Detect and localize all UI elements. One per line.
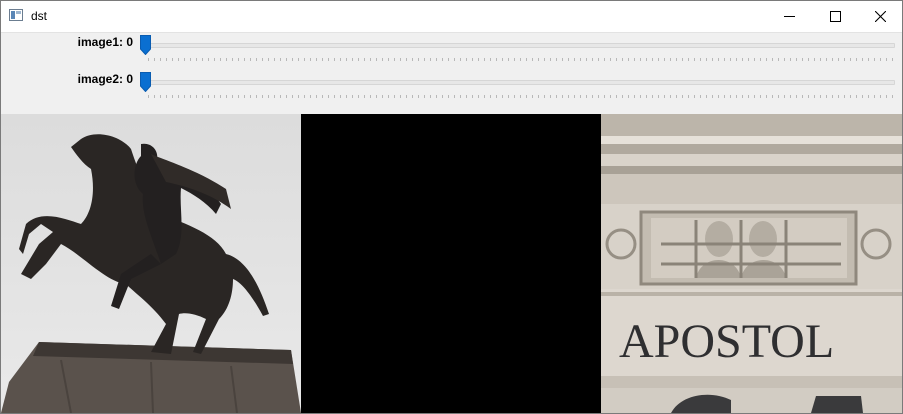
trackbar-image1-thumb[interactable] [140,35,151,55]
trackbar-panel: image1: 0 image2: 0 [1,33,902,114]
trackbar-image2-track[interactable] [145,80,895,85]
trackbar-image2-thumb[interactable] [140,72,151,92]
title-bar[interactable]: dst [1,1,902,33]
app-window-icon [9,9,23,21]
maximize-icon [829,11,841,22]
close-icon [874,11,886,22]
trackbar-image2-ticks [148,95,893,98]
maximize-button[interactable] [812,1,858,32]
minimize-icon [783,16,795,17]
trackbar-image1-label: image1: 0 [77,35,133,49]
trackbar-image1-track[interactable] [145,43,895,48]
trackbar-image2-label: image2: 0 [77,72,133,86]
black-image [301,114,601,413]
trackbar-image1-ticks [148,58,893,61]
stone-facade-with-apostolic-relief: APOSTOL [601,114,902,413]
minimize-button[interactable] [766,1,812,32]
equestrian-statue-photo [1,114,301,413]
close-button[interactable] [857,1,902,32]
image-display: APOSTOL [1,114,902,413]
facade-inscription: APOSTOL [619,315,834,368]
opencv-window: dst image1: 0 image2: 0 APOSTOL [0,0,903,414]
window-title: dst [31,9,48,23]
